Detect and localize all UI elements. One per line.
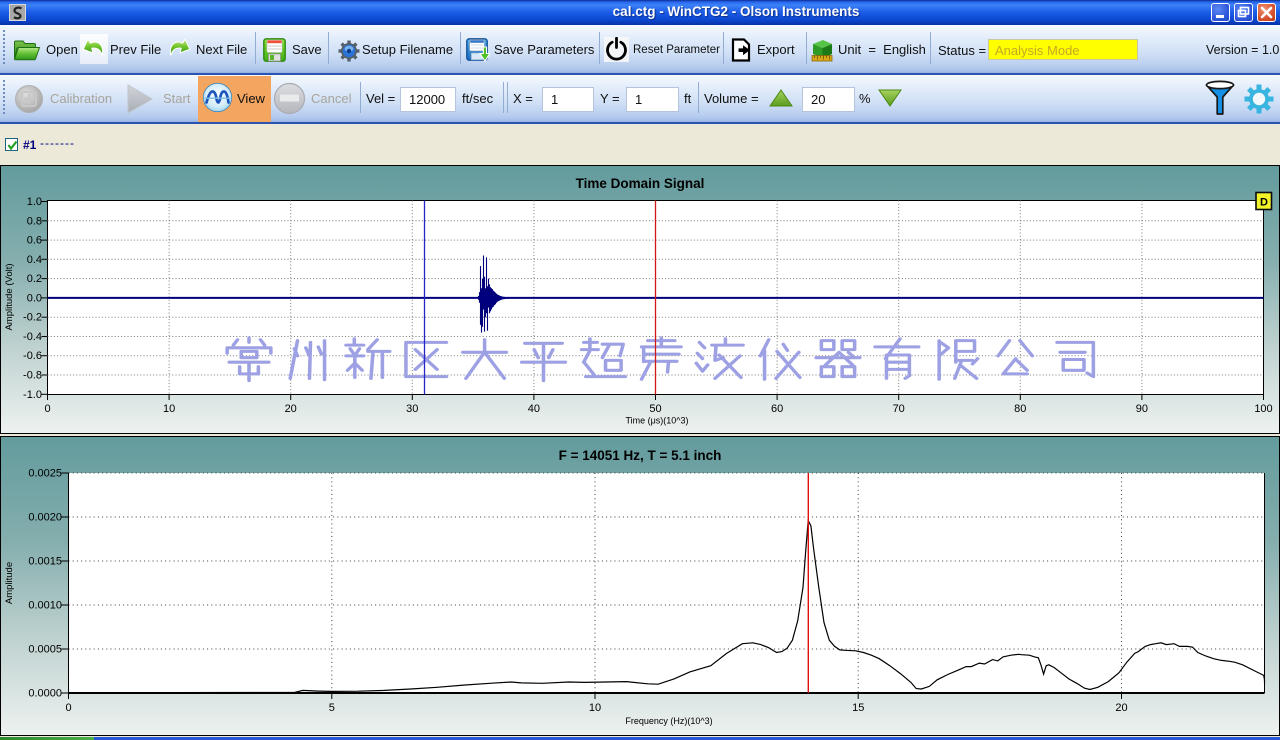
svg-text:10: 10: [163, 403, 175, 415]
svg-text:80: 80: [1014, 403, 1026, 415]
svg-text:70: 70: [893, 403, 905, 415]
svg-text:5: 5: [329, 702, 335, 714]
svg-text:0.0000: 0.0000: [28, 688, 62, 700]
svg-text:0.0010: 0.0010: [28, 600, 62, 612]
svg-text:-1.0: -1.0: [23, 389, 42, 401]
svg-text:-0.6: -0.6: [23, 350, 42, 362]
svg-text:60: 60: [771, 403, 783, 415]
svg-text:D: D: [1260, 197, 1268, 209]
svg-text:F = 14051 Hz, T = 5.1 inch: F = 14051 Hz, T = 5.1 inch: [559, 448, 722, 463]
svg-text:10: 10: [589, 702, 601, 714]
svg-text:20: 20: [1115, 702, 1127, 714]
svg-text:Time Domain Signal: Time Domain Signal: [576, 176, 705, 191]
svg-text:0.8: 0.8: [27, 215, 42, 227]
svg-text:0.0015: 0.0015: [28, 556, 62, 568]
svg-text:-0.2: -0.2: [23, 312, 42, 324]
svg-text:Amplitude (Volt): Amplitude (Volt): [4, 263, 15, 330]
svg-text:0.6: 0.6: [27, 235, 42, 247]
svg-text:15: 15: [852, 702, 864, 714]
svg-text:30: 30: [406, 403, 418, 415]
svg-text:20: 20: [285, 403, 297, 415]
svg-text:100: 100: [1254, 403, 1272, 415]
svg-text:-0.8: -0.8: [23, 370, 42, 382]
svg-text:0.4: 0.4: [27, 254, 42, 266]
svg-text:0.2: 0.2: [27, 273, 42, 285]
svg-text:0: 0: [44, 403, 50, 415]
svg-text:Amplitude: Amplitude: [4, 562, 15, 604]
svg-text:0.0020: 0.0020: [28, 512, 62, 524]
svg-text:50: 50: [649, 403, 661, 415]
svg-text:1.0: 1.0: [27, 196, 42, 208]
svg-text:Frequency (Hz)(10^3): Frequency (Hz)(10^3): [625, 716, 712, 726]
svg-text:40: 40: [528, 403, 540, 415]
svg-text:Time (μs)(10^3): Time (μs)(10^3): [625, 416, 688, 426]
svg-text:90: 90: [1136, 403, 1148, 415]
svg-text:0.0: 0.0: [27, 292, 42, 304]
svg-text:0.0005: 0.0005: [28, 644, 62, 656]
svg-text:0: 0: [65, 702, 71, 714]
svg-text:0.0025: 0.0025: [28, 468, 62, 480]
svg-text:-0.4: -0.4: [23, 331, 42, 343]
